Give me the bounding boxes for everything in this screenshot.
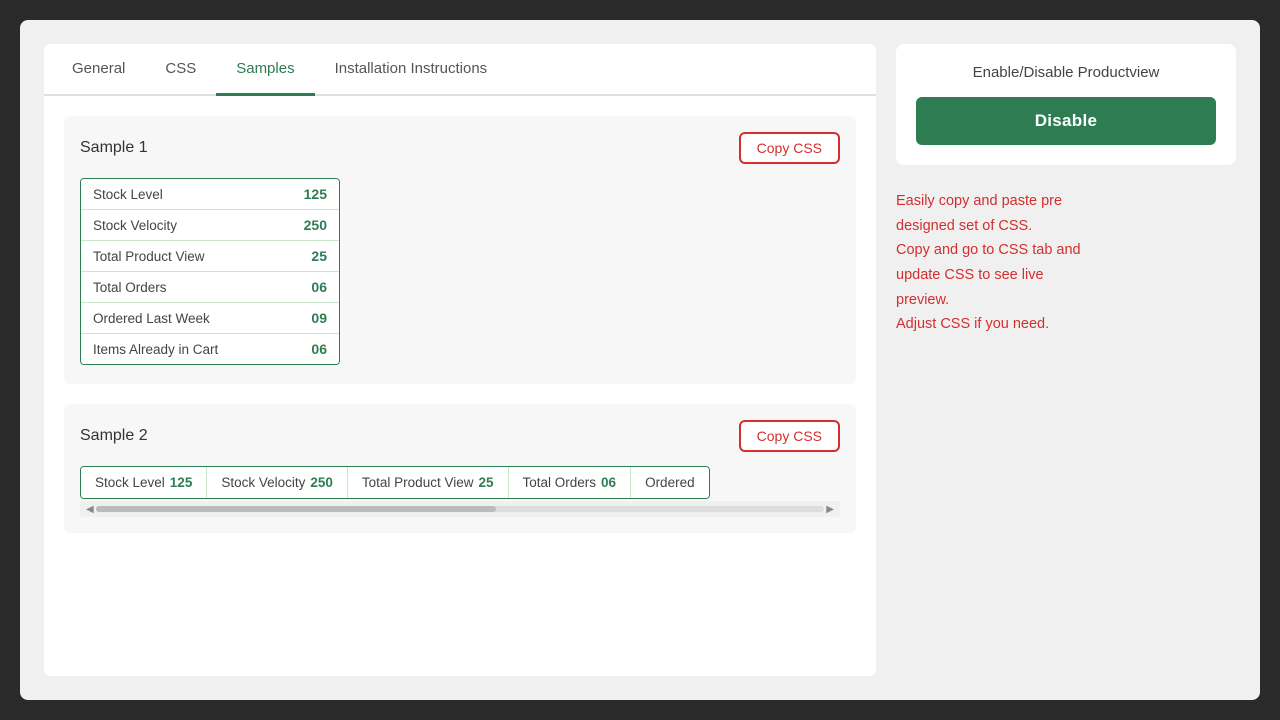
sample2-cell-stock-level: Stock Level 125 [81, 467, 207, 498]
stock-velocity-label: Stock Velocity [93, 218, 177, 233]
annotation-line3: Copy and go to CSS tab and [896, 242, 1081, 258]
tab-bar: General CSS Samples Installation Instruc… [44, 44, 876, 96]
s2-total-orders-label: Total Orders [523, 475, 597, 490]
annotation-line6: Adjust CSS if you need. [896, 316, 1049, 332]
s2-total-product-view-label: Total Product View [362, 475, 474, 490]
annotation-text: Easily copy and paste pre designed set o… [896, 181, 1236, 345]
annotation-line5: preview. [896, 292, 949, 308]
sample2-cell-total-orders: Total Orders 06 [509, 467, 632, 498]
sample2-table: Stock Level 125 Stock Velocity 250 Total… [80, 466, 710, 499]
total-orders-label: Total Orders [93, 280, 167, 295]
total-orders-value: 06 [311, 279, 327, 295]
table-row: Total Product View 25 [81, 241, 339, 272]
table-row: Ordered Last Week 09 [81, 303, 339, 334]
scrollbar-track[interactable] [96, 506, 825, 512]
sample2-cell-total-product-view: Total Product View 25 [348, 467, 509, 498]
total-product-view-value: 25 [311, 248, 327, 264]
ordered-last-week-value: 09 [311, 310, 327, 326]
scrollbar-thumb[interactable] [96, 506, 497, 512]
sample2-scroll-wrapper[interactable]: Stock Level 125 Stock Velocity 250 Total… [80, 466, 840, 517]
sample1-card: Sample 1 Copy CSS Stock Level 125 Stock … [64, 116, 856, 384]
total-product-view-label: Total Product View [93, 249, 205, 264]
disable-button[interactable]: Disable [916, 97, 1216, 145]
s2-stock-velocity-label: Stock Velocity [221, 475, 305, 490]
sample1-header: Sample 1 Copy CSS [80, 132, 840, 164]
tab-samples[interactable]: Samples [216, 44, 314, 96]
sample2-cell-ordered: Ordered [631, 467, 709, 498]
right-panel: Enable/Disable Productview Disable Easil… [896, 44, 1236, 676]
sample2-header: Sample 2 Copy CSS [80, 420, 840, 452]
s2-stock-velocity-value: 250 [310, 475, 333, 490]
sample1-title: Sample 1 [80, 139, 148, 157]
left-panel: General CSS Samples Installation Instruc… [44, 44, 876, 676]
s2-ordered-label: Ordered [645, 475, 695, 490]
s2-stock-level-label: Stock Level [95, 475, 165, 490]
table-row: Total Orders 06 [81, 272, 339, 303]
sample2-cell-stock-velocity: Stock Velocity 250 [207, 467, 348, 498]
table-row: Stock Velocity 250 [81, 210, 339, 241]
tab-installation[interactable]: Installation Instructions [315, 44, 508, 96]
sample2-copy-css-button[interactable]: Copy CSS [739, 420, 840, 452]
scroll-right-icon[interactable]: ▶ [824, 504, 836, 515]
scroll-left-icon[interactable]: ◀ [84, 504, 96, 515]
annotation-line2: designed set of CSS. [896, 218, 1032, 234]
sample2-title: Sample 2 [80, 427, 148, 445]
tab-general[interactable]: General [52, 44, 145, 96]
table-row: Stock Level 125 [81, 179, 339, 210]
s2-stock-level-value: 125 [170, 475, 193, 490]
s2-total-orders-value: 06 [601, 475, 616, 490]
stock-level-value: 125 [304, 186, 327, 202]
ordered-last-week-label: Ordered Last Week [93, 311, 210, 326]
sample1-copy-css-button[interactable]: Copy CSS [739, 132, 840, 164]
enable-disable-card: Enable/Disable Productview Disable [896, 44, 1236, 165]
sample2-card: Sample 2 Copy CSS Stock Level 125 Stock … [64, 404, 856, 533]
enable-disable-title: Enable/Disable Productview [916, 64, 1216, 81]
annotation-line1: Easily copy and paste pre [896, 193, 1062, 209]
annotation-line4: update CSS to see live [896, 267, 1044, 283]
stock-velocity-value: 250 [304, 217, 327, 233]
sample1-table: Stock Level 125 Stock Velocity 250 Total… [80, 178, 340, 365]
items-in-cart-label: Items Already in Cart [93, 342, 218, 357]
items-in-cart-value: 06 [311, 341, 327, 357]
main-content: Sample 1 Copy CSS Stock Level 125 Stock … [44, 96, 876, 573]
stock-level-label: Stock Level [93, 187, 163, 202]
table-row: Items Already in Cart 06 [81, 334, 339, 364]
horizontal-scrollbar[interactable]: ◀ ▶ [80, 501, 840, 517]
tab-css[interactable]: CSS [145, 44, 216, 96]
annotation-area: Easily copy and paste pre designed set o… [896, 181, 1236, 345]
s2-total-product-view-value: 25 [478, 475, 493, 490]
